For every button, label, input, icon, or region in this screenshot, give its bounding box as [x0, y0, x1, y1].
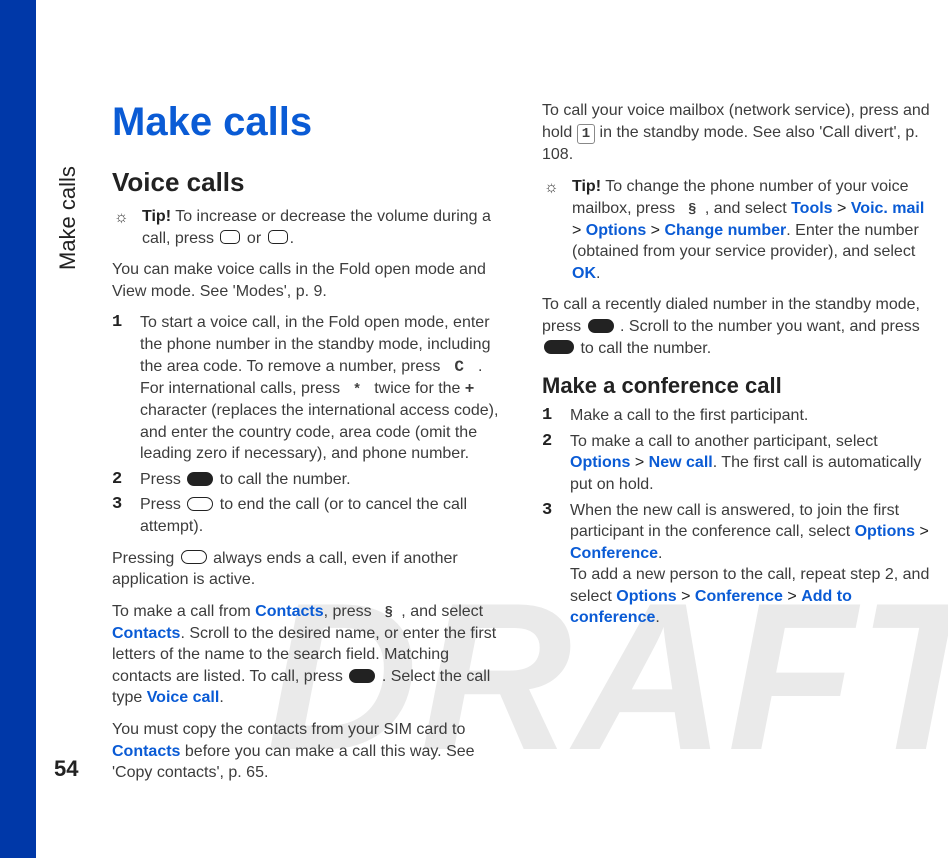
- voice-call-steps: 1 To start a voice call, in the Fold ope…: [112, 312, 508, 537]
- list-item: 2 Press to call the number.: [112, 469, 508, 491]
- text: Pressing: [112, 550, 179, 567]
- tip-change-mailbox: ☼ Tip! To change the phone number of you…: [542, 176, 938, 284]
- step-number: 2: [542, 431, 552, 454]
- tip-text-a: To increase or decrease the volume durin…: [142, 208, 491, 247]
- step-text: For international calls, press: [140, 380, 345, 397]
- step-text: Make a call to the first participant.: [570, 407, 808, 424]
- text: , and select: [401, 603, 483, 620]
- options-link: Options: [586, 222, 646, 239]
- tip-label: Tip!: [142, 208, 171, 225]
- step-text: .: [658, 545, 662, 562]
- paragraph-end-key: Pressing always ends a call, even if ano…: [112, 548, 508, 591]
- lightbulb-icon: ☼: [544, 177, 559, 199]
- step-number: 3: [542, 500, 552, 523]
- menu-key-icon: §: [680, 201, 705, 220]
- paragraph-recent-dial: To call a recently dialed number in the …: [542, 294, 938, 359]
- options-link: Options: [570, 454, 630, 471]
- end-key-icon: [187, 497, 213, 511]
- text-columns: Make calls Voice calls ☼ Tip! To increas…: [112, 100, 938, 798]
- key-1-icon: 1: [577, 124, 595, 145]
- ok-link: OK: [572, 265, 596, 282]
- page-title: Make calls: [112, 100, 508, 145]
- paragraph-modes: You can make voice calls in the Fold ope…: [112, 259, 508, 302]
- new-call-link: New call: [649, 454, 713, 471]
- separator: >: [630, 454, 648, 471]
- text: .: [596, 265, 600, 282]
- conference-link: Conference: [570, 545, 658, 562]
- page: { "watermark": "DRAFT", "side_label": "M…: [0, 0, 948, 858]
- tools-link: Tools: [791, 200, 832, 217]
- separator: >: [833, 200, 851, 217]
- contacts-link: Contacts: [255, 603, 323, 620]
- step-text: To make a call to another participant, s…: [570, 433, 878, 450]
- text: To make a call from: [112, 603, 255, 620]
- list-item: 1 Make a call to the first participant.: [542, 405, 938, 427]
- step-text: When the new call is answered, to join t…: [570, 502, 899, 541]
- step-text: character (replaces the international ac…: [140, 402, 498, 462]
- text: , press: [324, 603, 376, 620]
- list-item: 3 When the new call is answered, to join…: [542, 500, 938, 630]
- options-link: Options: [616, 588, 676, 605]
- tip-label: Tip!: [572, 178, 601, 195]
- separator: >: [677, 588, 695, 605]
- separator: >: [783, 588, 801, 605]
- joystick-icon: [220, 230, 240, 244]
- step-text: .: [474, 358, 483, 375]
- list-item: 3 Press to end the call (or to cancel th…: [112, 494, 508, 537]
- step-number: 1: [112, 312, 122, 335]
- separator: >: [572, 222, 586, 239]
- paragraph-copy-contacts: You must copy the contacts from your SIM…: [112, 719, 508, 784]
- lightbulb-icon: ☼: [114, 207, 129, 229]
- separator: >: [915, 523, 929, 540]
- conference-steps: 1 Make a call to the first participant. …: [542, 405, 938, 629]
- step-text: Press: [140, 496, 185, 513]
- content-area: Make calls Voice calls ☼ Tip! To increas…: [112, 100, 938, 798]
- list-item: 2 To make a call to another participant,…: [542, 431, 938, 496]
- conference-link: Conference: [695, 588, 783, 605]
- blue-sidebar: [0, 0, 36, 858]
- separator: >: [646, 222, 664, 239]
- text: .: [219, 689, 223, 706]
- text: in the standby mode. See also 'Call dive…: [542, 124, 919, 164]
- text: You must copy the contacts from your SIM…: [112, 721, 465, 738]
- subsection-conference: Make a conference call: [542, 373, 938, 399]
- voice-call-link: Voice call: [147, 689, 220, 706]
- options-link: Options: [855, 523, 915, 540]
- step-text: To start a voice call, in the Fold open …: [140, 314, 490, 374]
- step-text: Press: [140, 471, 185, 488]
- clear-key-icon: C: [445, 358, 474, 376]
- step-text: to call the number.: [215, 471, 350, 488]
- paragraph-contacts-call: To make a call from Contacts, press § , …: [112, 601, 508, 709]
- voic-mail-link: Voic. mail: [851, 200, 925, 217]
- section-voice-calls: Voice calls: [112, 167, 508, 198]
- change-number-link: Change number: [664, 222, 786, 239]
- call-key-icon: [588, 319, 614, 333]
- tip-volume: ☼ Tip! To increase or decrease the volum…: [112, 206, 508, 249]
- tip-text-b: or: [242, 230, 265, 247]
- call-key-icon: [187, 472, 213, 486]
- text: to call the number.: [576, 340, 711, 357]
- side-label-container: Make calls: [55, 0, 95, 858]
- plus-char: +: [465, 380, 474, 397]
- call-key-icon: [544, 340, 574, 354]
- paragraph-voice-mailbox: To call your voice mailbox (network serv…: [542, 100, 938, 166]
- contacts-link: Contacts: [112, 743, 180, 760]
- end-key-icon: [181, 550, 207, 564]
- side-label: Make calls: [55, 166, 81, 270]
- text: . Scroll to the number you want, and pre…: [616, 318, 920, 335]
- menu-key-icon: §: [376, 604, 401, 623]
- step-number: 2: [112, 469, 122, 492]
- step-text: twice for the: [370, 380, 465, 397]
- call-key-icon: [349, 669, 375, 683]
- step-text: .: [655, 609, 659, 626]
- contacts-link: Contacts: [112, 625, 180, 642]
- tip-text-c: .: [290, 230, 294, 247]
- step-number: 3: [112, 494, 122, 517]
- text: , and select: [705, 200, 791, 217]
- star-key-icon: *: [345, 381, 370, 400]
- step-number: 1: [542, 405, 552, 428]
- joystick-icon: [268, 230, 288, 244]
- list-item: 1 To start a voice call, in the Fold ope…: [112, 312, 508, 464]
